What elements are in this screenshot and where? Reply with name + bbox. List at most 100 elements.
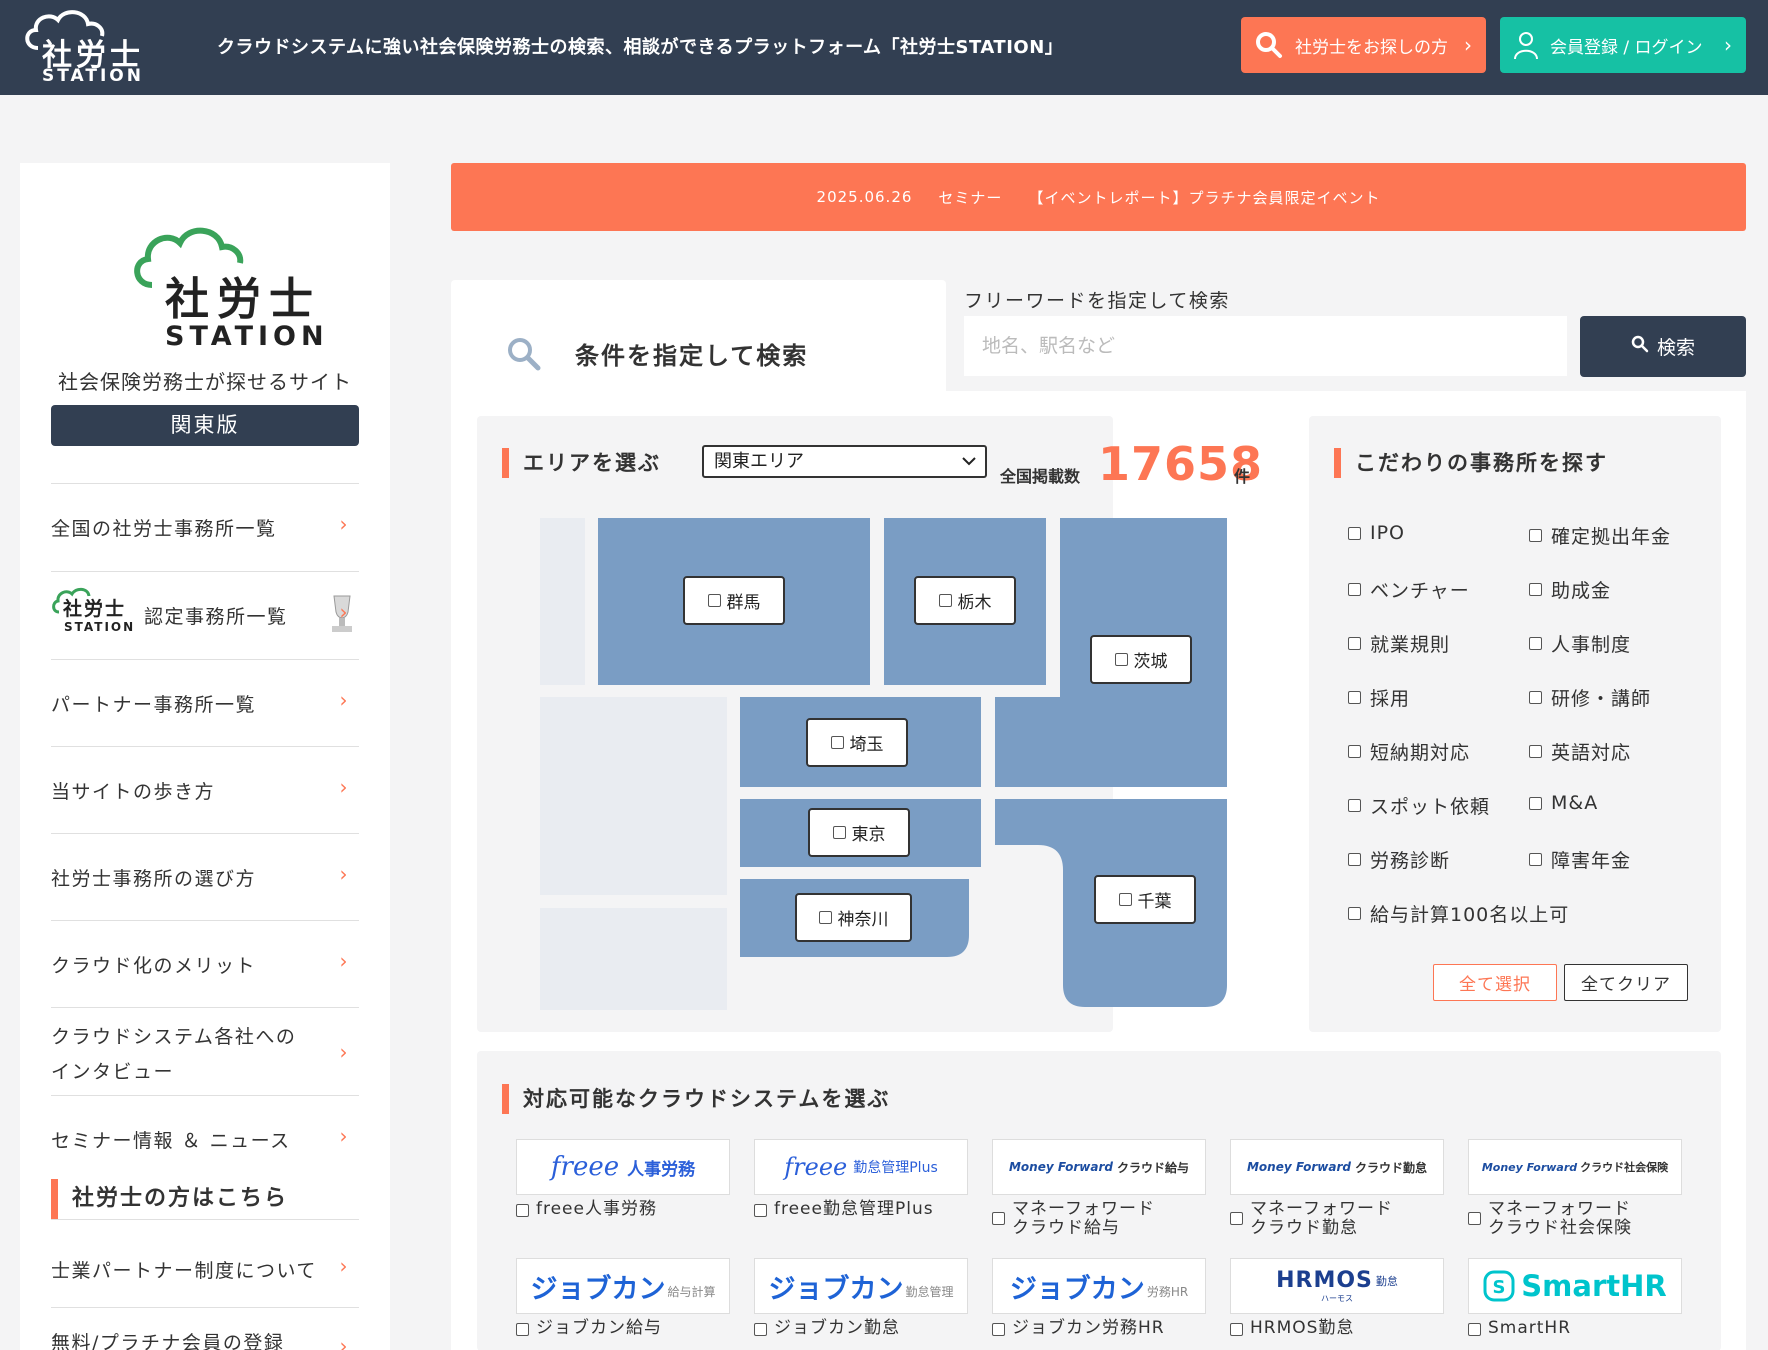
moneyforward-payroll-logo[interactable]: Money Forward クラウド給与 — [992, 1139, 1206, 1195]
tab-condition-search[interactable]: 条件を指定して検索 — [451, 280, 946, 392]
select-all-button[interactable]: 全て選択 — [1433, 964, 1557, 1001]
cloud-checkbox-mf-attendance[interactable]: マネーフォワード クラウド勤怠 — [1230, 1200, 1393, 1238]
site-logo[interactable]: 社労士 STATION — [20, 8, 150, 88]
sidebar-section-heading: 社労士の方はこちら — [51, 1179, 359, 1219]
edition-badge: 関東版 — [51, 405, 359, 446]
free-word-input[interactable] — [964, 316, 1567, 376]
cloud-checkbox-smarthr[interactable]: SmartHR — [1468, 1319, 1571, 1338]
logo-station: STATION — [42, 66, 144, 86]
feature-checkbox[interactable]: 労務診断 — [1348, 846, 1450, 873]
banner-category: セミナー — [938, 188, 1003, 207]
free-word-label: フリーワードを指定して検索 — [964, 290, 1230, 312]
sidebar-item-seminar-news[interactable]: セミナー情報 ＆ ニュース › — [51, 1095, 359, 1179]
chevron-down-icon — [961, 447, 977, 485]
feature-checkbox[interactable]: 短納期対応 — [1348, 738, 1470, 765]
sidebar-item-how-to-choose[interactable]: 社労士事務所の選び方 › — [51, 833, 359, 920]
cloud-checkbox-mf-social-insurance[interactable]: マネーフォワード クラウド社会保険 — [1468, 1200, 1632, 1238]
area-title: エリアを選ぶ — [502, 448, 661, 478]
sidebar-item-label: 認定事務所一覧 — [144, 606, 288, 628]
moneyforward-social-insurance-logo[interactable]: Money Forward クラウド社会保険 — [1468, 1139, 1682, 1195]
feature-checkbox[interactable]: 確定拠出年金 — [1529, 522, 1671, 549]
cloud-checkbox-jobcan-hr[interactable]: ジョブカン労務HR — [992, 1319, 1165, 1338]
search-icon — [1631, 335, 1649, 358]
login-register-button[interactable]: 会員登録 / ログイン › — [1500, 17, 1746, 73]
cloud-checkbox-jobcan-attendance[interactable]: ジョブカン勤怠 — [754, 1319, 900, 1338]
jobcan-attendance-logo[interactable]: ジョブカン 勤怠管理 — [754, 1258, 968, 1314]
pref-chiba-checkbox[interactable]: 千葉 — [1094, 875, 1196, 924]
chevron-right-icon: › — [339, 512, 349, 536]
chevron-right-icon: › — [339, 775, 349, 799]
area-select[interactable]: 関東エリア — [702, 445, 987, 478]
freee-attendance-logo[interactable]: freee 勤怠管理Plus — [754, 1139, 968, 1195]
condition-tab-label: 条件を指定して検索 — [575, 342, 809, 370]
jobcan-payroll-logo[interactable]: ジョブカン 給与計算 — [516, 1258, 730, 1314]
freee-hr-logo[interactable]: freee 人事労務 — [516, 1139, 730, 1195]
cloud-checkbox-hrmos[interactable]: HRMOS勤怠 — [1230, 1319, 1354, 1338]
chevron-right-icon: › — [339, 1124, 349, 1148]
cloud-checkbox-freee-hr[interactable]: freee人事労務 — [516, 1200, 657, 1219]
chevron-right-icon: › — [339, 1040, 349, 1064]
feature-checkbox[interactable]: 人事制度 — [1529, 630, 1631, 657]
pref-tochigi-checkbox[interactable]: 栃木 — [914, 576, 1016, 625]
features-title: こだわりの事務所を探す — [1334, 448, 1608, 478]
sidebar-item-label: 無料/プラチナ会員の登録 — [51, 1332, 285, 1350]
smarthr-logo[interactable]: S SmartHR — [1468, 1258, 1682, 1314]
cloud-checkbox-freee-attendance[interactable]: freee勤怠管理Plus — [754, 1200, 934, 1219]
chevron-right-icon: › — [1464, 33, 1472, 57]
features-section — [1309, 416, 1721, 1032]
cloud-checkbox-jobcan-payroll[interactable]: ジョブカン給与 — [516, 1319, 662, 1338]
sidebar-item-label: 当サイトの歩き方 — [51, 781, 216, 803]
pref-gunma-checkbox[interactable]: 群馬 — [683, 576, 785, 625]
feature-checkbox[interactable]: 研修・講師 — [1529, 684, 1651, 711]
pref-kanagawa-checkbox[interactable]: 神奈川 — [795, 893, 912, 942]
jobcan-hr-logo[interactable]: ジョブカン 労務HR — [992, 1258, 1206, 1314]
feature-checkbox[interactable]: M&A — [1529, 792, 1598, 814]
find-sharoushi-button[interactable]: 社労士をお探しの方 › — [1241, 17, 1486, 73]
feature-checkbox[interactable]: 障害年金 — [1529, 846, 1631, 873]
cloud-checkbox-mf-payroll[interactable]: マネーフォワード クラウド給与 — [992, 1200, 1155, 1238]
find-button-label: 社労士をお探しの方 — [1295, 37, 1448, 58]
feature-checkbox[interactable]: 就業規則 — [1348, 630, 1450, 657]
clear-all-button[interactable]: 全てクリア — [1564, 964, 1688, 1001]
feature-checkbox[interactable]: 助成金 — [1529, 576, 1611, 603]
moneyforward-attendance-logo[interactable]: Money Forward クラウド勤怠 — [1230, 1139, 1444, 1195]
sidebar-item-partner[interactable]: パートナー事務所一覧 › — [51, 659, 359, 746]
hrmos-attendance-logo[interactable]: HRMOS 勤怠 ハーモス — [1230, 1258, 1444, 1314]
sidebar-logo[interactable]: 社労士 STATION — [110, 223, 330, 352]
pref-tokyo-checkbox[interactable]: 東京 — [808, 808, 910, 857]
sidebar-item-partner-program[interactable]: 士業パートナー制度について › — [51, 1219, 359, 1307]
feature-checkbox[interactable]: 採用 — [1348, 684, 1410, 711]
header-tagline: クラウドシステムに強い社会保険労務士の検索、相談ができるプラットフォーム「社労士… — [217, 37, 1064, 58]
sidebar-item-guide[interactable]: 当サイトの歩き方 › — [51, 746, 359, 833]
sidebar-item-label-line2: インタビュー — [51, 1061, 175, 1083]
chevron-right-icon: › — [339, 1254, 349, 1278]
sidebar-item-membership[interactable]: 無料/プラチナ会員の登録 › — [51, 1307, 359, 1350]
feature-checkbox[interactable]: ベンチャー — [1348, 576, 1470, 603]
mini-logo: 社労士 STATION — [51, 586, 136, 636]
sidebar-logo-station: STATION — [165, 321, 329, 352]
sidebar-item-cloud-merit[interactable]: クラウド化のメリット › — [51, 920, 359, 1007]
sidebar-item-interviews[interactable]: クラウドシステム各社への インタビュー › — [51, 1007, 359, 1095]
chevron-right-icon: › — [339, 1334, 349, 1350]
search-button[interactable]: 検索 — [1580, 316, 1746, 377]
chevron-right-icon: › — [339, 949, 349, 973]
total-count-unit: 件 — [1234, 467, 1251, 486]
pref-ibaraki-checkbox[interactable]: 茨城 — [1090, 635, 1192, 684]
chevron-right-icon: › — [1724, 33, 1732, 57]
svg-text:S: S — [1493, 1277, 1506, 1298]
feature-checkbox[interactable]: スポット依頼 — [1348, 792, 1490, 819]
feature-checkbox[interactable]: 給与計算100名以上可 — [1348, 900, 1569, 927]
login-button-label: 会員登録 / ログイン — [1550, 37, 1703, 58]
smarthr-icon: S — [1483, 1270, 1515, 1302]
search-icon — [1255, 31, 1283, 59]
banner-date: 2025.06.26 — [816, 188, 913, 206]
news-banner[interactable]: 2025.06.26 セミナー 【イベントレポート】プラチナ会員限定イベント — [451, 163, 1746, 231]
user-icon — [1514, 30, 1538, 60]
feature-checkbox[interactable]: 英語対応 — [1529, 738, 1631, 765]
pref-saitama-checkbox[interactable]: 埼玉 — [806, 718, 908, 767]
feature-checkbox[interactable]: IPO — [1348, 522, 1405, 544]
sidebar-item-certified[interactable]: 社労士 STATION 認定事務所一覧 › — [51, 571, 359, 659]
sidebar-item-label-line1: クラウドシステム各社への — [51, 1026, 297, 1048]
chevron-right-icon: › — [339, 862, 349, 886]
sidebar-item-nationwide[interactable]: 全国の社労士事務所一覧 › — [51, 483, 359, 571]
